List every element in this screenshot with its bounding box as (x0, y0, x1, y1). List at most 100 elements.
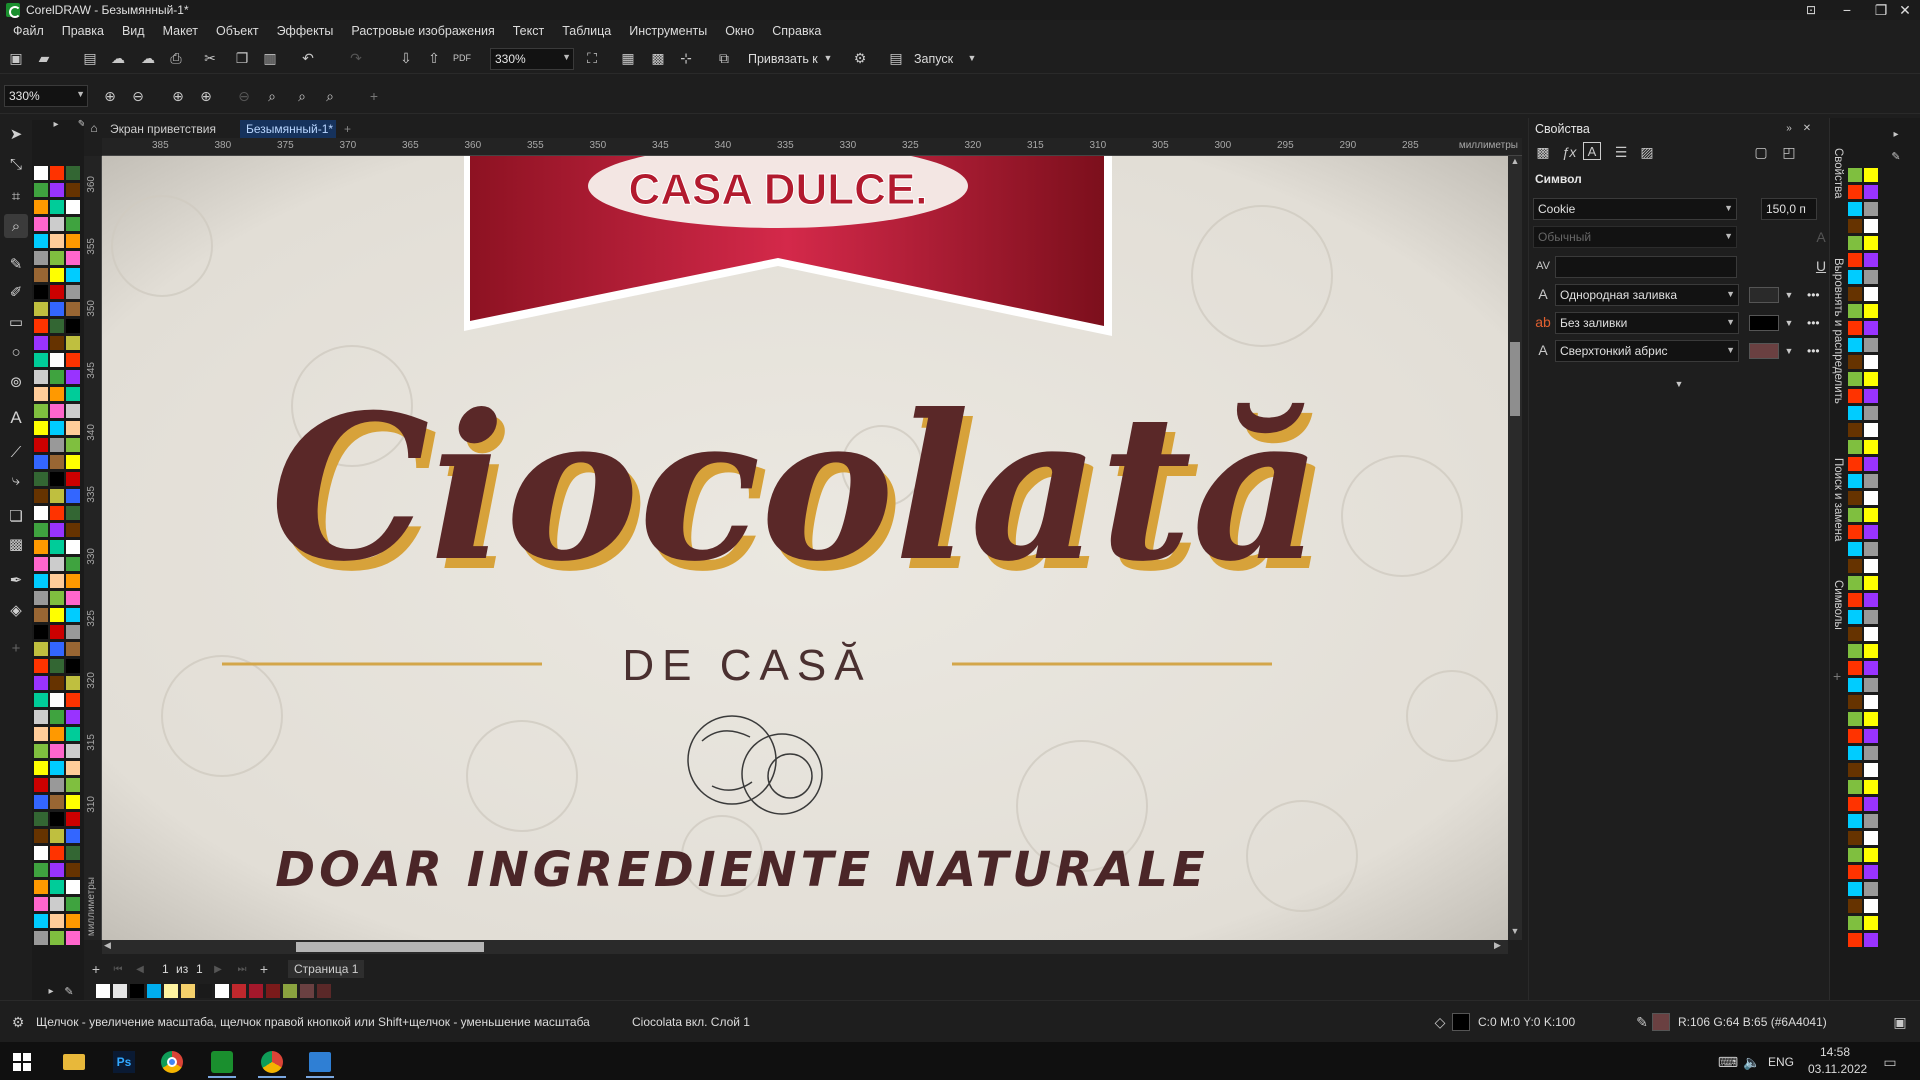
palette-swatch[interactable] (66, 489, 80, 503)
palette-swatch[interactable] (66, 897, 80, 911)
palette-swatch[interactable] (50, 370, 64, 384)
palette-swatch[interactable] (1848, 474, 1862, 488)
palette-swatch[interactable] (1864, 797, 1878, 811)
palette-swatch[interactable] (50, 812, 64, 826)
palette-swatch[interactable] (1848, 525, 1862, 539)
drawing-canvas[interactable]: CASA DULCE. Ciocolată Ciocolată DE CASĂ … (102, 156, 1508, 940)
minimize-button[interactable]: − (1832, 0, 1862, 20)
palette-swatch[interactable] (34, 829, 48, 843)
palette-swatch[interactable] (66, 710, 80, 724)
palette-swatch[interactable] (1864, 780, 1878, 794)
palette-swatch[interactable] (66, 200, 80, 214)
page-tab[interactable]: Страница 1 (288, 960, 365, 978)
palette-swatch[interactable] (50, 506, 64, 520)
palette-swatch[interactable] (1848, 695, 1862, 709)
palette-swatch[interactable] (1864, 270, 1878, 284)
palette-swatch[interactable] (1848, 253, 1862, 267)
palette-swatch[interactable] (1864, 304, 1878, 318)
palette-swatch[interactable] (34, 574, 48, 588)
frame-toggle-icon[interactable]: ▢ (1751, 142, 1771, 162)
palette-swatch[interactable] (1848, 508, 1862, 522)
palette-swatch[interactable] (1848, 933, 1862, 947)
underline-icon[interactable]: U (1811, 256, 1831, 276)
import-icon[interactable]: ⇩ (396, 48, 416, 68)
add-page-after-icon[interactable]: + (254, 959, 274, 979)
document-palette-swatch[interactable] (215, 984, 229, 998)
right-palette-eyedropper-icon[interactable]: ✎ (1886, 146, 1906, 166)
fill-color-dropdown-icon[interactable]: ▼ (1779, 285, 1799, 305)
palette-swatch[interactable] (1864, 848, 1878, 862)
palette-swatch[interactable] (1864, 440, 1878, 454)
palette-swatch[interactable] (1848, 236, 1862, 250)
palette-swatch[interactable] (34, 642, 48, 656)
clock-time[interactable]: 14:58 (1820, 1045, 1850, 1059)
transparency-icon[interactable]: ▩ (4, 532, 28, 556)
vtab-align-distribute[interactable]: Выровнять и распределить (1832, 258, 1844, 404)
palette-swatch[interactable] (50, 285, 64, 299)
palette-swatch[interactable] (50, 914, 64, 928)
document-palette-swatch[interactable] (283, 984, 297, 998)
palette-swatch[interactable] (34, 404, 48, 418)
horizontal-scrollbar[interactable]: ◀ ▶ (102, 940, 1508, 954)
effects-fx-icon[interactable]: ƒx (1559, 142, 1579, 162)
freehand-tool-icon[interactable]: ✎ (4, 252, 28, 276)
palette-swatch[interactable] (34, 166, 48, 180)
add-tab-button[interactable]: + (338, 120, 357, 138)
palette-swatch[interactable] (66, 608, 80, 622)
character-props-icon[interactable]: A (1583, 142, 1601, 160)
palette-swatch[interactable] (50, 319, 64, 333)
fill-status-swatch[interactable] (1452, 1013, 1470, 1031)
palette-swatch[interactable] (66, 268, 80, 282)
outline-status-swatch[interactable] (1652, 1013, 1670, 1031)
palette-swatch[interactable] (1848, 610, 1862, 624)
palette-swatch[interactable] (1864, 185, 1878, 199)
palette-swatch[interactable] (50, 557, 64, 571)
palette-swatch[interactable] (1864, 593, 1878, 607)
vertical-scrollbar[interactable]: ▲ ▼ (1508, 156, 1522, 940)
palette-swatch[interactable] (34, 319, 48, 333)
palette-swatch[interactable] (1848, 270, 1862, 284)
options-gear-icon[interactable]: ⚙ (850, 48, 870, 68)
palette-swatch[interactable] (1864, 525, 1878, 539)
zoom-levels-combo[interactable]: 330% ▼ (4, 85, 88, 107)
drop-shadow-icon[interactable]: ❏ (4, 504, 28, 528)
menu-table[interactable]: Таблица (553, 24, 620, 38)
palette-swatch[interactable] (66, 761, 80, 775)
zoom-selected-icon[interactable]: ⊕ (168, 86, 188, 106)
palette-swatch[interactable] (1848, 865, 1862, 879)
palette-swatch[interactable] (66, 693, 80, 707)
palette-swatch[interactable] (50, 795, 64, 809)
palette-swatch[interactable] (1864, 202, 1878, 216)
palette-swatch[interactable] (66, 455, 80, 469)
palette-swatch[interactable] (1848, 712, 1862, 726)
add-docker-icon[interactable]: + (1833, 668, 1841, 684)
palette-swatch[interactable] (1864, 882, 1878, 896)
palette-swatch[interactable] (1864, 287, 1878, 301)
palette-swatch[interactable] (1848, 661, 1862, 675)
palette-swatch[interactable] (66, 336, 80, 350)
palette-swatch[interactable] (66, 234, 80, 248)
palette-swatch[interactable] (50, 897, 64, 911)
palette-swatch[interactable] (1848, 287, 1862, 301)
palette-swatch[interactable] (50, 183, 64, 197)
notifications-icon[interactable]: ▭ (1880, 1052, 1900, 1072)
palette-swatch[interactable] (34, 710, 48, 724)
palette-swatch[interactable] (1864, 219, 1878, 233)
palette-swatch[interactable] (50, 608, 64, 622)
grid-icon[interactable]: ▩ (648, 48, 668, 68)
scroll-down-icon[interactable]: ▼ (1510, 926, 1520, 940)
zoom-all-objects-icon[interactable]: ⊕ (196, 86, 216, 106)
document-palette-swatch[interactable] (300, 984, 314, 998)
palette-swatch[interactable] (1848, 168, 1862, 182)
zoom-page-width-icon[interactable]: ⌕ (262, 86, 282, 106)
palette-swatch[interactable] (50, 540, 64, 554)
palette-swatch[interactable] (66, 557, 80, 571)
fill-color-swatch[interactable] (1749, 287, 1779, 303)
palette-swatch[interactable] (34, 455, 48, 469)
palette-swatch[interactable] (34, 625, 48, 639)
palette-swatch[interactable] (1864, 372, 1878, 386)
palette-swatch[interactable] (66, 404, 80, 418)
text-tool-icon[interactable]: A (4, 406, 28, 430)
guidelines-icon[interactable]: ⊹ (676, 48, 696, 68)
font-family-combo[interactable]: Cookie ▼ (1533, 198, 1737, 220)
